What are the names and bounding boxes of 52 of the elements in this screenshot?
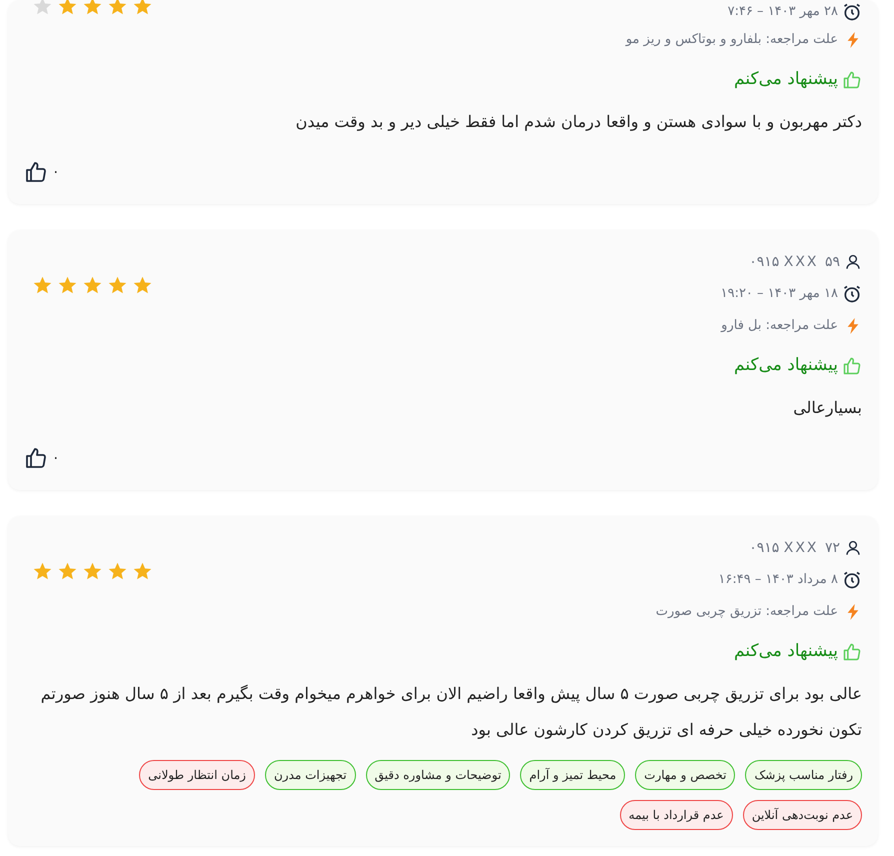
feedback-tag: رفتار مناسب پزشک [745,760,862,790]
star-icon [32,561,53,582]
feedback-tag: زمان انتظار طولانی [139,760,255,790]
star-icon [57,0,78,17]
review-text: دکتر مهربون و با سوادی هستن و واقعا درمان شدم اما فقط خیلی دیر و بد وقت میدن [294,111,862,133]
alarm-clock-icon [842,570,862,590]
user-phone: ۰۹۱۵ XXX ۷۲ [749,538,840,558]
thumbs-up-icon [842,356,862,376]
visit-reason: علت مراجعه: بل فارو [721,317,838,336]
recommend-label: پیشنهاد می‌کنم [734,68,838,92]
thumbs-up-icon [842,642,862,662]
star-icon [107,561,128,582]
lightning-icon [846,604,860,620]
feedback-tag: عدم قرارداد با بیمه [620,800,733,830]
lightning-icon [846,32,860,48]
star-icon [132,561,153,582]
alarm-clock-icon [842,2,862,22]
user-icon [844,253,862,271]
star-icon [132,275,153,296]
feedback-tag: محیط تمیز و آرام [520,760,626,790]
thumbs-up-icon [24,160,48,184]
star-icon [82,0,103,17]
star-icon [57,561,78,582]
recommend-label: پیشنهاد می‌کنم [734,640,838,664]
star-icon [132,0,153,17]
thumbs-up-icon [842,70,862,90]
user-phone: ۰۹۱۵ XXX ۵۹ [749,252,840,272]
thumbs-up-icon [24,446,48,470]
visit-reason: علت مراجعه: بلفارو و بوتاکس و ریز مو [626,31,838,50]
star-icon [32,0,53,17]
feedback-tag: تخصص و مهارت [635,760,736,790]
star-icon [82,275,103,296]
feedback-tag: تجهیزات مدرن [264,760,356,790]
review-date: ۲۸ مهر ۱۴۰۳ – ۷:۴۶ [728,3,838,22]
star-icon [32,275,53,296]
review-text: عالی بود برای تزریق چربی صورت ۵ سال پیش واقعا راضیم الان برای خواهرم میخوام وقت بگیرم بعد از ۵ سال هنوز صورتم تکون نخورده خیلی حرفه ای تزریق کردن کارشون عالی بود [40,683,862,741]
like-button[interactable]: ۰ [24,160,60,184]
star-icon [82,561,103,582]
review-date: ۸ مرداد ۱۴۰۳ – ۱۶:۴۹ [718,571,838,590]
visit-reason: علت مراجعه: تزریق چربی صورت [656,603,838,622]
star-icon [107,0,128,17]
feedback-tag: عدم نوبت‌دهی آنلاین [742,800,862,830]
star-icon [107,275,128,296]
recommend-label: پیشنهاد می‌کنم [734,354,838,378]
review-date: ۱۸ مهر ۱۴۰۳ – ۱۹:۲۰ [720,285,838,304]
star-icon [57,275,78,296]
like-button[interactable]: ۰ [24,446,60,470]
user-icon [844,539,862,557]
alarm-clock-icon [842,284,862,304]
review-text: بسیارعالی [792,397,862,419]
feedback-tag: توضیحات و مشاوره دقیق [366,760,510,790]
lightning-icon [846,318,860,334]
